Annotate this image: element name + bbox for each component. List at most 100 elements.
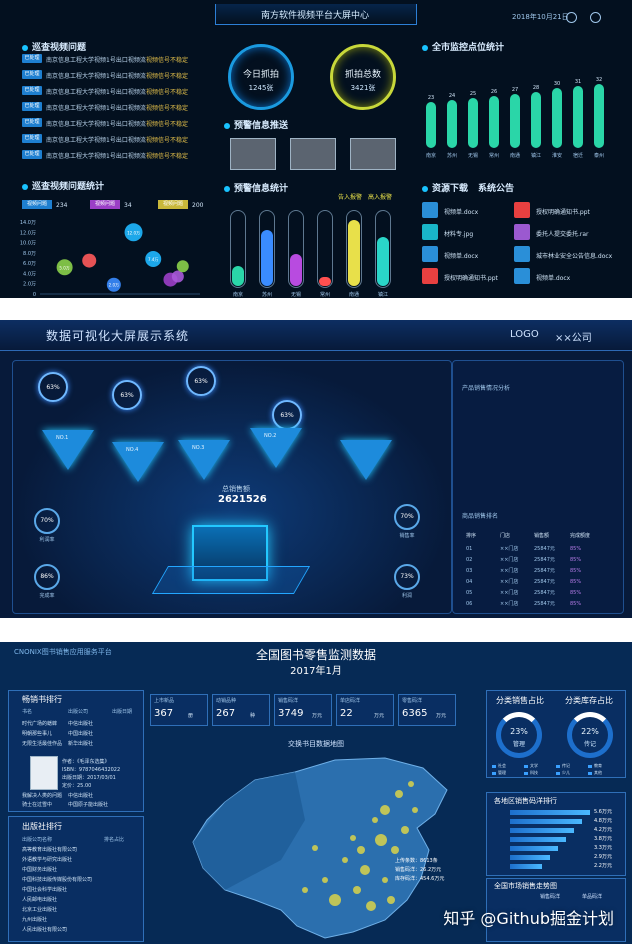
row-status: 视频信号不稳定	[146, 73, 189, 80]
rank-book[interactable]: 时代广场的蟋蟀	[22, 720, 57, 729]
rank-book[interactable]: 骑士在过雪中	[22, 801, 52, 810]
publisher-name[interactable]: 中国社会科学出版社	[22, 886, 67, 895]
map-dot	[380, 805, 390, 815]
rank-book[interactable]: 明朝那些事儿	[22, 730, 52, 739]
publisher-name[interactable]: 外语教学与研究出版社	[22, 856, 72, 865]
file-icon[interactable]	[514, 202, 530, 218]
tube-label: 镇江	[377, 292, 388, 298]
file-icon[interactable]	[422, 268, 438, 284]
stat-ring: 70%	[34, 508, 60, 534]
file-name[interactable]: 视频单.docx	[536, 273, 570, 282]
table-cell: ××门店	[500, 601, 519, 607]
table-cell: 02	[466, 557, 473, 563]
data-point	[82, 253, 97, 268]
file-icon[interactable]	[422, 224, 438, 240]
status-tag[interactable]: 已处理	[22, 70, 42, 79]
region-value: 5.6万元	[594, 809, 612, 815]
map-dot	[312, 845, 318, 851]
bar	[468, 98, 478, 148]
map-dot	[372, 817, 378, 823]
donut-title: 分类库存占比	[565, 696, 613, 705]
file-icon[interactable]	[514, 268, 530, 284]
publisher-name[interactable]: 中国科技出版传媒股份有限公司	[22, 876, 92, 885]
company-name: ××公司	[555, 333, 592, 344]
publisher-name[interactable]: 人民邮电出版社	[22, 896, 57, 905]
map-dot	[350, 835, 356, 841]
status-tag[interactable]: 已处理	[22, 118, 42, 127]
dashboard-panel-books: CNONIX图书销售应用服务平台 全国图书零售监测数据 2017年1月 畅销书排…	[0, 642, 632, 944]
kpi-label: 单店码洋	[340, 698, 361, 704]
file-name[interactable]: 授权明确通知书.ppt	[536, 207, 590, 216]
pct-ring: 63%	[112, 380, 142, 410]
legend-swatch	[492, 765, 496, 768]
publisher-name[interactable]: 九州出版社	[22, 916, 47, 925]
region-bar	[510, 819, 582, 824]
ring-pct: 63%	[194, 378, 208, 385]
file-icon[interactable]	[422, 202, 438, 218]
table-cell: 85%	[570, 590, 582, 596]
china-map	[192, 757, 448, 939]
region-value: 2.9万元	[594, 854, 612, 860]
tube-label: 常州	[319, 292, 330, 298]
rank-publisher: 新华出版社	[68, 741, 94, 747]
section-title: 预警信息统计	[224, 181, 288, 194]
row-status: 视频信号不稳定	[146, 137, 189, 144]
file-icon[interactable]	[422, 246, 438, 262]
rank-book[interactable]: 我解决人类的问题	[22, 792, 62, 801]
power-icon[interactable]	[590, 12, 601, 23]
bar-category-label: 南京	[426, 152, 436, 159]
watermark: 知乎 @Github掘金计划	[443, 909, 614, 928]
table-cell: ××门店	[500, 579, 519, 585]
bar-value-label: 30	[554, 81, 560, 87]
bar-category-label: 苏州	[447, 152, 457, 159]
right-title: 商品销售排名	[462, 513, 499, 520]
publisher-name[interactable]: 人民出版社有限公司	[22, 926, 67, 935]
row-text: 南京信息工程大学视频1号出口视频流	[46, 105, 146, 112]
file-name[interactable]: 城市林业安全公告信息.docx	[536, 251, 612, 260]
bar-category-label: 泰州	[594, 152, 604, 159]
row-text: 南京信息工程大学视频1号出口视频流	[46, 137, 146, 144]
warning-tube	[346, 210, 362, 288]
ring-pct: 63%	[46, 384, 60, 391]
file-name[interactable]: 视频单.docx	[444, 251, 478, 260]
status-tag[interactable]: 已处理	[22, 150, 42, 159]
map-dot	[342, 857, 348, 863]
table-cell: 85%	[570, 579, 582, 585]
status-tag[interactable]: 已处理	[22, 134, 42, 143]
bar-value-label: 27	[512, 87, 518, 93]
legend-swatch	[556, 772, 560, 775]
legend-label: 管理	[498, 770, 506, 775]
file-name[interactable]: 视频单.docx	[444, 207, 478, 216]
status-tag[interactable]: 已处理	[22, 86, 42, 95]
stat-label: 销售率	[399, 533, 415, 539]
status-tag[interactable]: 已处理	[22, 54, 42, 63]
publisher-name[interactable]: 北京工业出版社	[22, 906, 57, 915]
publisher-name[interactable]: 中国财务出版社	[22, 866, 57, 875]
file-icon[interactable]	[514, 246, 530, 262]
warning-thumbnail[interactable]	[230, 138, 276, 170]
file-name[interactable]: 材料专.jpg	[444, 229, 473, 238]
legend-item: 销售码洋	[540, 894, 561, 900]
legend-label: 其他	[594, 770, 602, 775]
file-icon[interactable]	[514, 224, 530, 240]
bar	[552, 88, 562, 148]
bar-category-label: 无锡	[468, 152, 478, 159]
row-status: 视频信号不稳定	[146, 121, 189, 128]
row-status: 视频信号不稳定	[146, 153, 189, 160]
kpi-unit: 册	[188, 713, 194, 719]
tube-fill	[348, 219, 360, 286]
status-tag[interactable]: 已处理	[22, 102, 42, 111]
rank-book[interactable]: 无限生活最佳作品	[22, 740, 62, 749]
file-name[interactable]: 委托人提交委托.rar	[536, 229, 589, 238]
bar	[489, 96, 499, 148]
publisher-name[interactable]: 高等教育出版社有限公司	[22, 846, 77, 855]
warning-thumbnail[interactable]	[350, 138, 396, 170]
kpi-unit: 种	[250, 713, 256, 719]
tube-fill	[261, 229, 273, 286]
warning-thumbnail[interactable]	[290, 138, 336, 170]
kpi-unit: 万元	[312, 713, 323, 719]
rank-publisher: 中国出版社	[68, 731, 94, 737]
file-name[interactable]: 授权明确通知书.ppt	[444, 273, 498, 282]
stat-pct: 86%	[40, 573, 54, 580]
gear-icon	[224, 122, 230, 129]
